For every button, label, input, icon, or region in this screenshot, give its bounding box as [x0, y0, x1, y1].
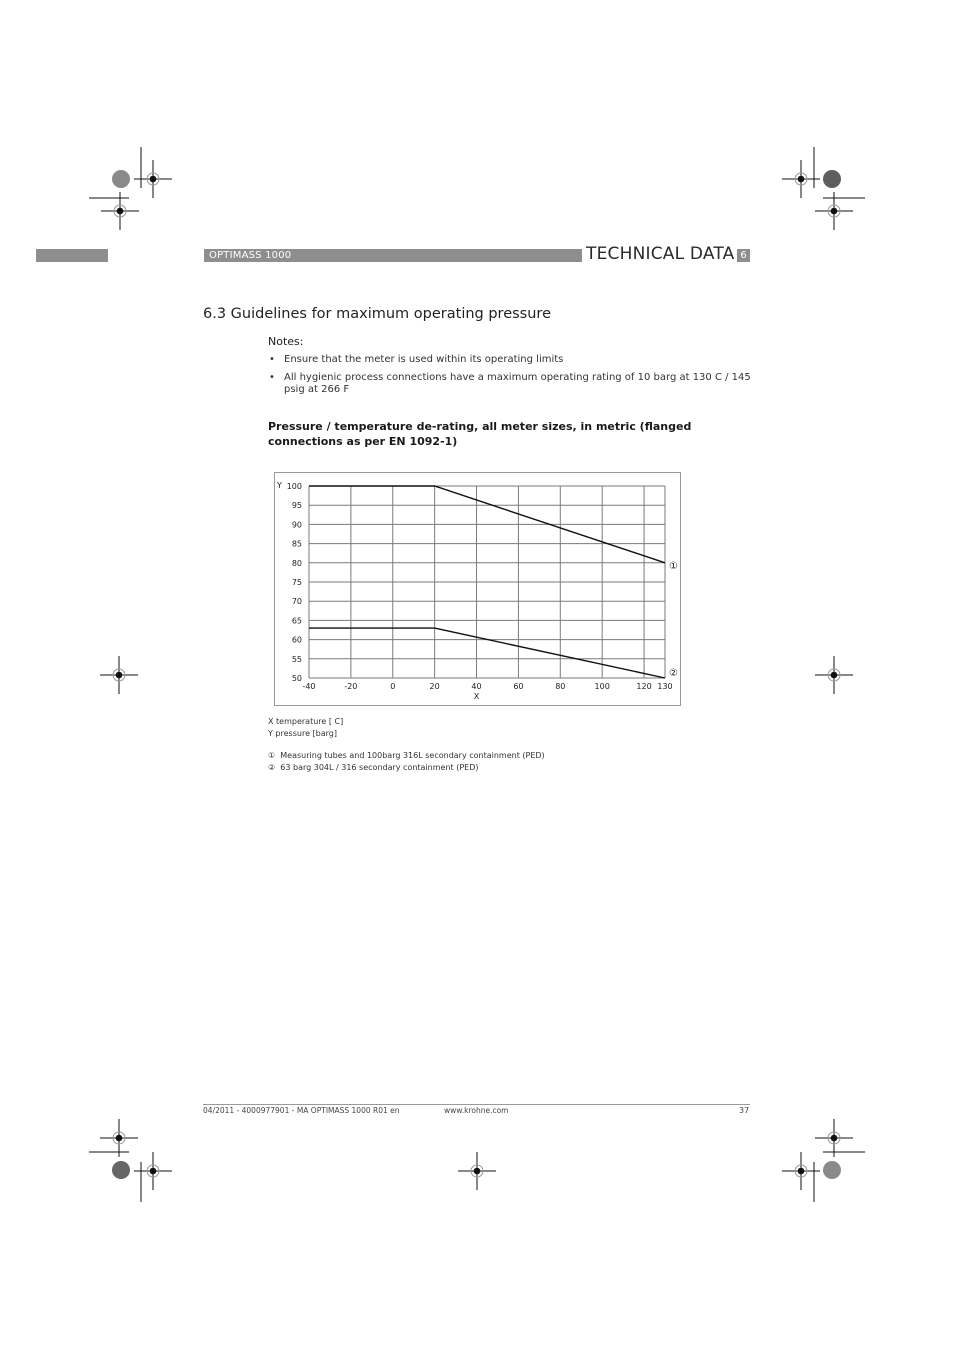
legend-y-desc: Y pressure [barg]	[268, 728, 337, 738]
y-tick-label: 50	[292, 674, 302, 683]
y-tick-label: 55	[292, 655, 302, 664]
x-tick-label: 80	[555, 682, 565, 691]
chart-legend: X temperature [ C] Y pressure [barg] ① M…	[268, 716, 545, 773]
derating-chart: ① ② -40 -20 0 20 40 60 80 100 120 130 50 55 60 65 70 75 8…	[276, 481, 678, 701]
y-tick-label: 95	[292, 501, 302, 510]
legend-text-1: Measuring tubes and 100barg 316L seconda…	[280, 751, 545, 760]
x-tick-label: -40	[302, 682, 315, 691]
legend-x-desc: X temperature [ C]	[268, 717, 344, 726]
y-tick-label: 70	[292, 597, 302, 606]
x-tick-label: 120	[636, 682, 651, 691]
y-tick-label: 60	[292, 636, 302, 645]
x-tick-label: 100	[595, 682, 610, 691]
series-marker-label-1: ①	[669, 561, 678, 572]
x-tick-label: 0	[390, 682, 395, 691]
x-tick-label: 60	[513, 682, 523, 691]
footer-page-number: 37	[739, 1106, 750, 1115]
footer-url: www.krohne.com	[444, 1106, 509, 1115]
chart-ticks: -40 -20 0 20 40 60 80 100 120 130 50 55 60 65 70 75 80 85…	[276, 481, 673, 701]
x-axis-label: X	[474, 692, 480, 701]
y-axis-label: Y	[276, 481, 282, 490]
footer-rule	[203, 1104, 750, 1105]
y-tick-label: 85	[292, 540, 302, 549]
chart-grid	[308, 485, 666, 679]
x-tick-label: 20	[430, 682, 440, 691]
y-tick-label: 100	[287, 482, 302, 491]
y-tick-label: 75	[292, 578, 302, 587]
x-tick-label: 130	[657, 682, 672, 691]
x-tick-label: -20	[344, 682, 357, 691]
footer-document-id: 04/2011 - 4000977901 - MA OPTIMASS 1000 …	[203, 1106, 400, 1115]
y-tick-label: 80	[292, 559, 302, 568]
legend-text-2: 63 barg 304L / 316 secondary containment…	[280, 762, 479, 772]
series-marker-label-2: ②	[669, 668, 678, 679]
y-tick-label: 90	[292, 520, 302, 529]
series-line-2	[309, 627, 666, 679]
y-tick-label: 65	[292, 616, 302, 625]
legend-marker-1: ①	[268, 751, 276, 760]
x-tick-label: 40	[471, 682, 481, 691]
legend-marker-2: ②	[268, 762, 276, 772]
legend-item: ② 63 barg 304L / 316 secondary containme…	[268, 762, 545, 774]
legend-item: ① Measuring tubes and 100barg 316L secon…	[268, 750, 545, 762]
